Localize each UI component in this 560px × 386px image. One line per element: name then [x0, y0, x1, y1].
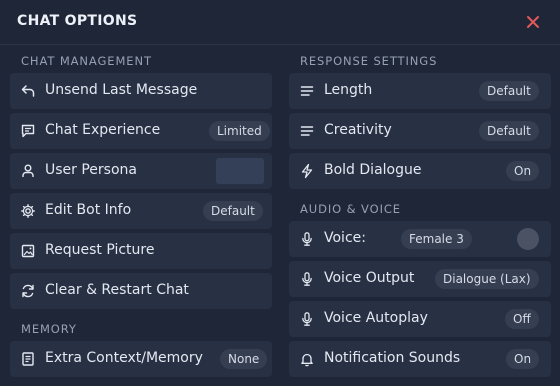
close-icon	[527, 16, 539, 28]
document-icon	[20, 351, 36, 367]
user-persona-label: User Persona	[45, 162, 137, 178]
voice-output-badge: Dialogue (Lax)	[435, 269, 539, 289]
unsend-last-message-button[interactable]: Unsend Last Message	[10, 73, 272, 109]
voice-output-setting[interactable]: Voice Output Dialogue (Lax)	[289, 261, 551, 297]
lines-icon	[299, 83, 315, 99]
user-icon	[20, 163, 36, 179]
creativity-setting[interactable]: Creativity Default	[289, 113, 551, 149]
lightning-icon	[299, 163, 315, 179]
edit-bot-info-button[interactable]: Edit Bot Info Default	[10, 193, 272, 229]
voice-autoplay-badge: Off	[505, 309, 539, 329]
chat-options-panel: CHAT OPTIONS CHAT MANAGEMENT Unsend Last…	[0, 0, 560, 386]
voice-label: Voice:	[324, 230, 366, 246]
undo-icon	[20, 83, 36, 99]
unsend-label: Unsend Last Message	[45, 82, 198, 98]
length-label: Length	[324, 82, 373, 98]
length-badge: Default	[479, 81, 539, 101]
refresh-icon	[20, 283, 36, 299]
section-chat-management: CHAT MANAGEMENT	[21, 54, 152, 68]
clear-restart-chat-button[interactable]: Clear & Restart Chat	[10, 273, 272, 309]
length-setting[interactable]: Length Default	[289, 73, 551, 109]
creativity-label: Creativity	[324, 122, 392, 138]
voice-autoplay-setting[interactable]: Voice Autoplay Off	[289, 301, 551, 337]
clear-restart-label: Clear & Restart Chat	[45, 282, 189, 298]
voice-output-label: Voice Output	[324, 270, 415, 286]
microphone-icon	[299, 231, 315, 247]
creativity-badge: Default	[479, 121, 539, 141]
microphone-icon	[299, 311, 315, 327]
section-memory: MEMORY	[21, 322, 77, 336]
bold-dialogue-setting[interactable]: Bold Dialogue On	[289, 153, 551, 189]
voice-preview-button[interactable]	[517, 228, 539, 250]
lines-icon	[299, 123, 315, 139]
chat-bubble-icon	[20, 123, 36, 139]
notification-sounds-label: Notification Sounds	[324, 350, 461, 366]
panel-title: CHAT OPTIONS	[17, 13, 138, 29]
extra-context-badge: None	[220, 349, 268, 369]
edit-bot-info-badge: Default	[203, 201, 263, 221]
bold-dialogue-badge: On	[506, 161, 540, 181]
image-icon	[20, 243, 36, 259]
gear-icon	[20, 203, 36, 219]
voice-setting[interactable]: Voice: Female 3	[289, 221, 551, 257]
chat-experience-badge: Limited	[209, 121, 270, 141]
extra-context-memory-button[interactable]: Extra Context/Memory None	[10, 341, 272, 377]
edit-bot-info-label: Edit Bot Info	[45, 202, 132, 218]
bell-icon	[299, 351, 315, 367]
persona-color-swatch	[216, 158, 264, 184]
microphone-icon	[299, 271, 315, 287]
panel-header: CHAT OPTIONS	[0, 0, 560, 45]
notification-sounds-setting[interactable]: Notification Sounds On	[289, 341, 551, 377]
chat-experience-button[interactable]: Chat Experience Limited	[10, 113, 272, 149]
chat-experience-label: Chat Experience	[45, 122, 161, 138]
voice-autoplay-label: Voice Autoplay	[324, 310, 428, 326]
user-persona-button[interactable]: User Persona	[10, 153, 272, 189]
bold-dialogue-label: Bold Dialogue	[324, 162, 422, 178]
request-picture-label: Request Picture	[45, 242, 155, 258]
section-response-settings: RESPONSE SETTINGS	[300, 54, 438, 68]
close-button[interactable]	[520, 9, 546, 35]
section-audio-voice: AUDIO & VOICE	[300, 202, 401, 216]
request-picture-button[interactable]: Request Picture	[10, 233, 272, 269]
notification-sounds-badge: On	[506, 349, 540, 369]
extra-context-label: Extra Context/Memory	[45, 350, 203, 366]
voice-badge[interactable]: Female 3	[401, 229, 472, 249]
